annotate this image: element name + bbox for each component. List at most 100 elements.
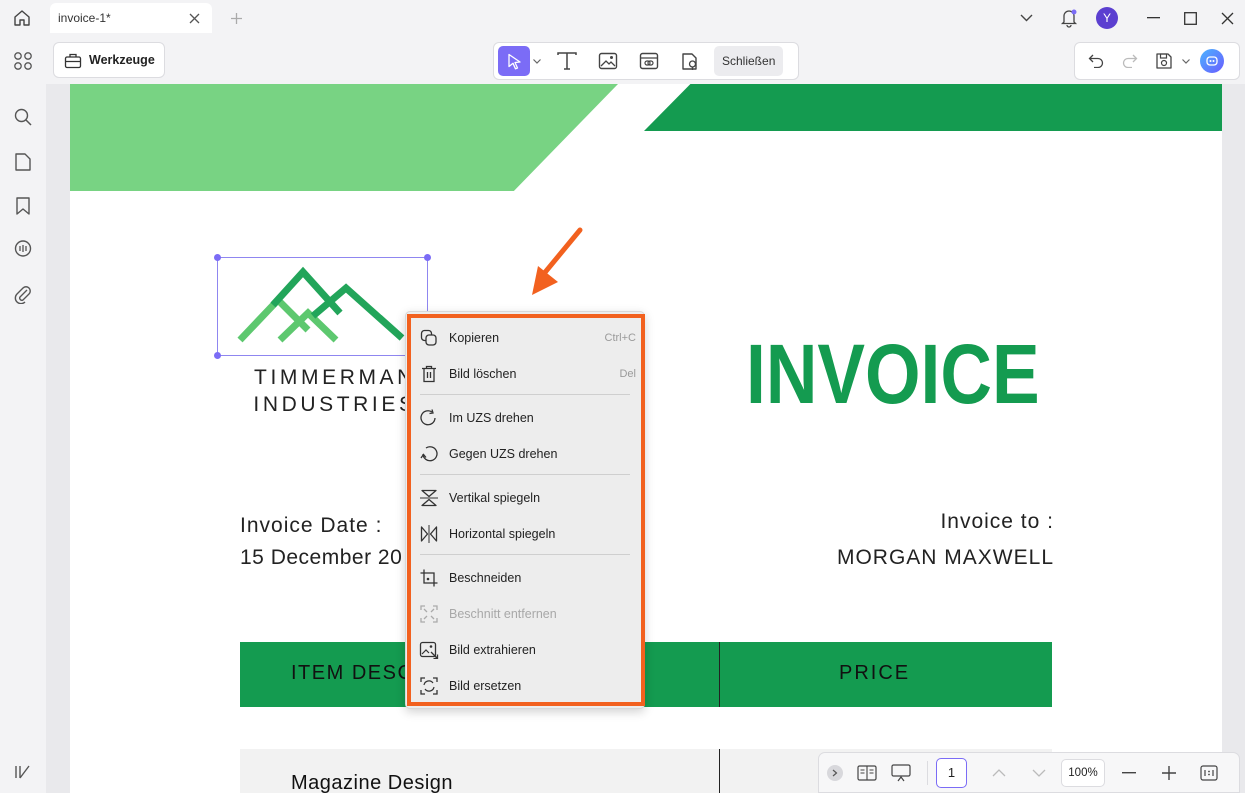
menu-item-label: Im UZS drehen bbox=[449, 411, 534, 425]
menu-item-label: Horizontal spiegeln bbox=[449, 527, 556, 541]
menu-item-copy[interactable]: Kopieren Ctrl+C bbox=[416, 322, 638, 354]
menu-separator bbox=[420, 394, 630, 395]
rotate-ccw-icon bbox=[418, 443, 440, 465]
invoice-date-label: Invoice Date : bbox=[240, 514, 383, 537]
apps-grid-icon[interactable] bbox=[11, 49, 35, 73]
document-viewport[interactable]: TIMMERMAN INDUSTRIES INVOICE Invoice Dat… bbox=[46, 84, 1245, 793]
invoice-date-value: 15 December 20 bbox=[240, 546, 403, 569]
close-window-icon[interactable] bbox=[1209, 0, 1245, 36]
invoice-to-label: Invoice to : bbox=[940, 510, 1054, 533]
save-icon[interactable] bbox=[1149, 46, 1179, 76]
menu-item-extract-image[interactable]: Bild extrahieren bbox=[416, 634, 638, 666]
light-green-banner bbox=[70, 84, 618, 191]
menu-item-label: Bild ersetzen bbox=[449, 679, 522, 693]
search-icon[interactable] bbox=[11, 105, 35, 129]
zoom-in-icon[interactable] bbox=[1155, 759, 1183, 787]
dark-green-banner bbox=[644, 84, 1222, 131]
add-watermark-icon[interactable] bbox=[673, 46, 707, 76]
menu-item-crop[interactable]: Beschneiden bbox=[416, 562, 638, 594]
home-icon[interactable] bbox=[10, 6, 34, 30]
notification-bell-icon[interactable] bbox=[1057, 6, 1081, 30]
tools-label: Werkzeuge bbox=[89, 53, 155, 67]
price-header: PRICE bbox=[839, 662, 911, 684]
resize-handle[interactable] bbox=[424, 254, 431, 261]
zoom-level[interactable]: 100% bbox=[1061, 758, 1105, 787]
menu-separator bbox=[420, 554, 630, 555]
menu-item-label: Beschneiden bbox=[449, 571, 522, 585]
close-edit-button[interactable]: Schließen bbox=[714, 46, 784, 76]
page-navigation-bar: 1 100% bbox=[818, 752, 1240, 793]
previous-page-icon[interactable] bbox=[985, 759, 1013, 787]
menu-item-flip-vertical[interactable]: Vertikal spiegeln bbox=[416, 482, 638, 514]
edit-tool-group: Schließen bbox=[493, 42, 799, 80]
attachment-icon[interactable] bbox=[11, 282, 35, 306]
item-description: Magazine Design bbox=[291, 772, 454, 793]
divider bbox=[927, 760, 928, 785]
ai-assistant-icon[interactable] bbox=[1197, 46, 1227, 76]
pdf-page[interactable]: TIMMERMAN INDUSTRIES INVOICE Invoice Dat… bbox=[70, 84, 1222, 793]
flip-horizontal-icon bbox=[418, 523, 440, 545]
invoice-table-header: ITEM DESC PRICE bbox=[240, 642, 1052, 707]
avatar-letter: Y bbox=[1096, 7, 1118, 29]
redo-icon[interactable] bbox=[1115, 46, 1145, 76]
menu-item-label: Kopieren bbox=[449, 331, 500, 345]
resize-handle[interactable] bbox=[214, 352, 221, 359]
annotation-arrow-icon bbox=[532, 227, 583, 295]
menu-item-rotate-counterclockwise[interactable]: Gegen UZS drehen bbox=[416, 438, 638, 470]
mountain-logo-icon bbox=[237, 266, 405, 343]
select-tool-button[interactable] bbox=[498, 46, 530, 76]
actual-size-icon[interactable] bbox=[1195, 759, 1223, 787]
resize-handle[interactable] bbox=[214, 254, 221, 261]
new-tab-icon[interactable] bbox=[226, 8, 246, 28]
main-toolbar: Werkzeuge Schließen bbox=[46, 36, 1245, 84]
tools-button[interactable]: Werkzeuge bbox=[53, 42, 165, 78]
replace-image-icon bbox=[418, 675, 440, 697]
bookmark-icon[interactable] bbox=[11, 194, 35, 218]
copy-icon bbox=[418, 327, 440, 349]
menu-item-label: Vertikal spiegeln bbox=[449, 491, 541, 505]
current-page-input[interactable]: 1 bbox=[936, 757, 967, 788]
invoice-to-value: MORGAN MAXWELL bbox=[836, 546, 1054, 569]
undo-icon[interactable] bbox=[1081, 46, 1111, 76]
sidebar-toggle-icon[interactable] bbox=[11, 760, 35, 784]
pages-icon[interactable] bbox=[11, 150, 35, 174]
menu-item-delete-image[interactable]: Bild löschen Del bbox=[416, 358, 638, 390]
column-divider bbox=[719, 749, 720, 793]
invoice-heading: INVOICE bbox=[746, 327, 1040, 421]
trash-icon bbox=[418, 363, 440, 385]
minimize-icon[interactable] bbox=[1135, 0, 1171, 36]
add-text-icon[interactable] bbox=[550, 46, 584, 76]
uncrop-icon bbox=[418, 603, 440, 625]
presentation-icon[interactable] bbox=[887, 759, 915, 787]
menu-item-flip-horizontal[interactable]: Horizontal spiegeln bbox=[416, 518, 638, 550]
menu-item-remove-crop[interactable]: Beschnitt entfernen bbox=[416, 598, 638, 630]
page-layout-icon[interactable] bbox=[853, 759, 881, 787]
title-bar: invoice-1* Y bbox=[0, 0, 1245, 36]
document-tab[interactable]: invoice-1* bbox=[50, 3, 212, 33]
add-link-icon[interactable] bbox=[632, 46, 666, 76]
select-tool-dropdown-icon[interactable] bbox=[530, 46, 544, 76]
menu-item-replace-image[interactable]: Bild ersetzen bbox=[416, 670, 638, 702]
save-dropdown-icon[interactable] bbox=[1179, 46, 1193, 76]
menu-item-shortcut: Del bbox=[619, 368, 636, 380]
tab-title: invoice-1* bbox=[58, 11, 111, 25]
menu-item-label: Bild löschen bbox=[449, 367, 517, 381]
user-avatar[interactable]: Y bbox=[1095, 6, 1119, 30]
zoom-out-icon[interactable] bbox=[1115, 759, 1143, 787]
maximize-icon[interactable] bbox=[1172, 0, 1208, 36]
item-description-header: ITEM DESC bbox=[291, 662, 414, 684]
comment-icon[interactable] bbox=[11, 237, 35, 261]
menu-item-rotate-clockwise[interactable]: Im UZS drehen bbox=[416, 402, 638, 434]
close-tab-icon[interactable] bbox=[186, 10, 202, 26]
selected-logo-image[interactable] bbox=[214, 254, 431, 359]
image-context-menu: Kopieren Ctrl+C Bild löschen Del Im UZS … bbox=[405, 311, 645, 709]
next-page-icon[interactable] bbox=[1025, 759, 1053, 787]
column-divider bbox=[719, 642, 720, 707]
add-image-icon[interactable] bbox=[591, 46, 625, 76]
menu-item-label: Gegen UZS drehen bbox=[449, 447, 558, 461]
expand-arrow-icon[interactable] bbox=[827, 764, 843, 781]
menu-item-label: Bild extrahieren bbox=[449, 643, 536, 657]
rotate-cw-icon bbox=[418, 407, 440, 429]
chevron-down-icon[interactable] bbox=[1014, 6, 1038, 30]
toolbox-icon bbox=[64, 51, 82, 69]
